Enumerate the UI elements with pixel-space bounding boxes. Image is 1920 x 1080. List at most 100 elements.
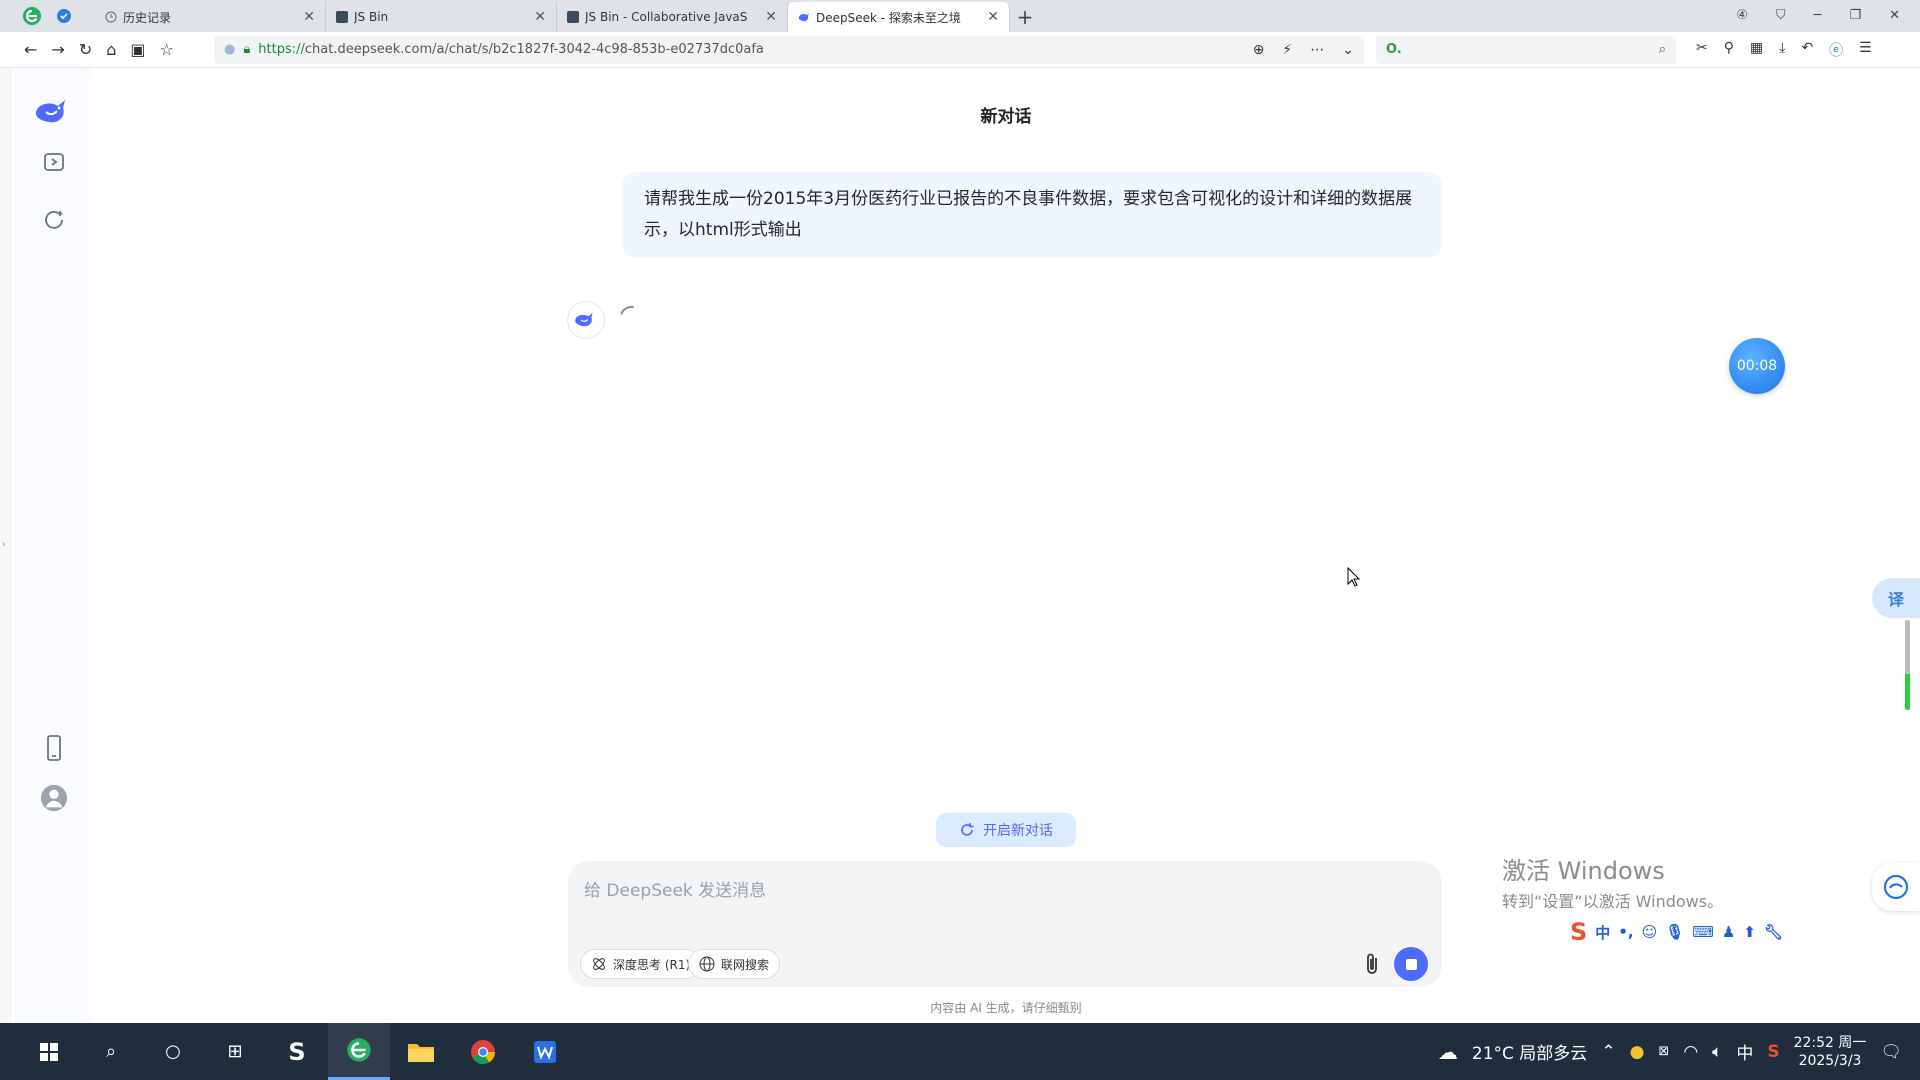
- task-view-icon: ⊞: [227, 1041, 243, 1062]
- tab-group-icon[interactable]: [56, 8, 72, 24]
- zoom-icon[interactable]: ⊕: [1253, 42, 1265, 58]
- refresh-chat-icon: [961, 823, 974, 836]
- mobile-app-button[interactable]: [40, 734, 68, 762]
- weather-text[interactable]: 21°C 局部多云: [1472, 1039, 1587, 1064]
- cortana-button[interactable]: ○: [142, 1023, 204, 1080]
- new-chat-label: 开启新对话: [983, 823, 1053, 839]
- undo-icon[interactable]: ↶: [1801, 40, 1813, 60]
- tab-close-icon[interactable]: ✕: [987, 9, 999, 25]
- recording-timer[interactable]: 00:08: [1729, 338, 1785, 394]
- user-icon[interactable]: ♟: [1722, 923, 1735, 941]
- apps-grid-icon[interactable]: ▦: [1750, 40, 1763, 60]
- deep-think-toggle[interactable]: 深度思考 (R1): [580, 949, 702, 979]
- url-tools: ⊕ ⚡︎ ⋯ ⌄: [1253, 42, 1354, 58]
- punctuation-icon[interactable]: •,: [1618, 923, 1633, 941]
- expand-arrow-icon[interactable]: ›: [2, 540, 6, 550]
- url-bar[interactable]: ● 🔒︎ https://chat.deepseek.com/a/chat/s/…: [214, 35, 1364, 64]
- reload-icon[interactable]: ↻: [79, 40, 92, 59]
- input-mode-indicator[interactable]: 中: [1736, 1039, 1753, 1064]
- chevron-up-icon[interactable]: ⌃: [1601, 1042, 1615, 1062]
- taskbar-app-s[interactable]: S: [266, 1023, 328, 1080]
- menu-icon[interactable]: ☰: [1859, 40, 1872, 60]
- taskbar-search-button[interactable]: ⌕: [80, 1023, 142, 1080]
- system-clock[interactable]: 22:52 周一 2025/3/3: [1794, 1034, 1867, 1070]
- tab-list-icon[interactable]: ④: [1736, 8, 1748, 23]
- sidebar-expand-button[interactable]: [40, 148, 68, 176]
- tab-close-icon[interactable]: ✕: [765, 9, 777, 25]
- notification-center-icon[interactable]: 🗨︎: [1880, 1042, 1902, 1062]
- assistant-swirl-icon: [1883, 874, 1909, 900]
- scissors-icon[interactable]: ✂: [1696, 40, 1708, 60]
- ime-toolbar: S 中 •, ☺ 🎙︎ ⌨ ♟ ⬆ 🔧︎: [1570, 918, 1783, 946]
- tray-app-icon[interactable]: ●: [1630, 1042, 1645, 1062]
- browser-tab-bar: 历史记录 ✕ JS Bin ✕ JS Bin - Collaborative J…: [0, 0, 1920, 32]
- user-profile-button[interactable]: [40, 784, 68, 812]
- side-scroll-indicator[interactable]: [1905, 620, 1910, 710]
- restore-button[interactable]: ❐: [1849, 8, 1861, 23]
- forward-arrow-icon[interactable]: →: [51, 40, 64, 59]
- taskbar-app-explorer[interactable]: [390, 1023, 452, 1080]
- home-icon[interactable]: ⌂: [106, 40, 116, 59]
- wrench-icon[interactable]: 🔧︎: [1764, 923, 1783, 941]
- wifi-icon[interactable]: ◠: [1683, 1042, 1698, 1062]
- taskbar-app-wps[interactable]: [514, 1023, 576, 1080]
- tab-deepseek[interactable]: DeepSeek - 探索未至之境 ✕: [788, 2, 1010, 32]
- deepseek-whale-icon: [798, 13, 809, 22]
- shirt-skin-icon[interactable]: ⛉: [1776, 8, 1786, 23]
- volume-icon[interactable]: 🔈︎: [1712, 1042, 1722, 1062]
- clock-icon: [105, 11, 117, 23]
- taskbar-app-chrome[interactable]: [452, 1023, 514, 1080]
- shield-icon: ●: [224, 42, 236, 57]
- activation-line-2: 转到“设置”以激活 Windows。: [1502, 892, 1724, 911]
- close-window-button[interactable]: ✕: [1889, 8, 1900, 23]
- network-wired-icon[interactable]: ⊠: [1658, 1044, 1669, 1059]
- lightning-icon[interactable]: ⚡︎: [1282, 42, 1292, 58]
- tab-close-icon[interactable]: ✕: [303, 9, 315, 25]
- browser-e-icon[interactable]: ⓔ: [1829, 40, 1843, 60]
- taskbar-apps: ⌕ ○ ⊞ S: [0, 1023, 576, 1080]
- search-icon[interactable]: ⌕: [1659, 42, 1666, 57]
- stop-generation-button[interactable]: [1394, 947, 1428, 981]
- tab-history[interactable]: 历史记录 ✕: [95, 2, 326, 32]
- task-view-button[interactable]: ⊞: [204, 1023, 266, 1080]
- sidebar-new-chat-button[interactable]: [40, 206, 68, 234]
- browser-logo-icon[interactable]: [22, 6, 42, 26]
- folder-icon: [408, 1043, 434, 1062]
- assistant-avatar: [567, 301, 605, 339]
- microphone-icon[interactable]: 🎙︎: [1665, 923, 1684, 941]
- sogou-logo-icon[interactable]: S: [1570, 918, 1587, 946]
- start-button[interactable]: [18, 1023, 80, 1080]
- emoji-icon[interactable]: ☺: [1642, 923, 1658, 941]
- magnifier-icon[interactable]: ⚲: [1724, 40, 1734, 60]
- ime-chinese-mode[interactable]: 中: [1595, 922, 1610, 943]
- translate-button[interactable]: 译: [1872, 578, 1920, 618]
- briefcase-icon[interactable]: ▣: [130, 40, 145, 59]
- minimize-button[interactable]: ─: [1814, 8, 1822, 23]
- address-toolbar: ← → ↻ ⌂ ▣ ☆ ● 🔒︎ https://chat.deepseek.c…: [0, 32, 1920, 68]
- sogou-tray-icon[interactable]: S: [1767, 1042, 1779, 1062]
- back-arrow-icon[interactable]: ←: [24, 40, 37, 59]
- keyboard-icon[interactable]: ⌨: [1692, 923, 1714, 941]
- app-sidebar: [14, 68, 92, 1023]
- tab-close-icon[interactable]: ✕: [534, 9, 546, 25]
- attach-button[interactable]: [1360, 951, 1386, 977]
- floating-assistant-button[interactable]: [1872, 863, 1920, 911]
- taskbar-app-browser[interactable]: [328, 1023, 390, 1080]
- tab-jsbin[interactable]: JS Bin ✕: [326, 2, 557, 32]
- skin-icon[interactable]: ⬆: [1743, 923, 1756, 941]
- search-box[interactable]: O. ⌕: [1376, 35, 1676, 64]
- tab-title: DeepSeek - 探索未至之境: [816, 10, 961, 25]
- weather-cloud-icon[interactable]: ☁: [1438, 1040, 1458, 1064]
- download-icon[interactable]: ⤓: [1779, 40, 1785, 60]
- chevron-down-icon[interactable]: ⌄: [1342, 42, 1354, 58]
- message-input[interactable]: [584, 875, 1404, 907]
- new-chat-button[interactable]: 开启新对话: [936, 813, 1076, 847]
- new-tab-button[interactable]: +: [1010, 2, 1040, 32]
- tab-jsbin-collab[interactable]: JS Bin - Collaborative JavaS ✕: [557, 2, 788, 32]
- web-search-toggle[interactable]: 联网搜索: [688, 949, 781, 979]
- deepseek-logo-icon[interactable]: [34, 96, 74, 128]
- edge-strip: ›: [0, 68, 12, 1023]
- deepseek-whale-icon: [575, 312, 593, 327]
- more-icon[interactable]: ⋯: [1310, 42, 1324, 58]
- favorites-star-icon[interactable]: ☆: [160, 40, 174, 59]
